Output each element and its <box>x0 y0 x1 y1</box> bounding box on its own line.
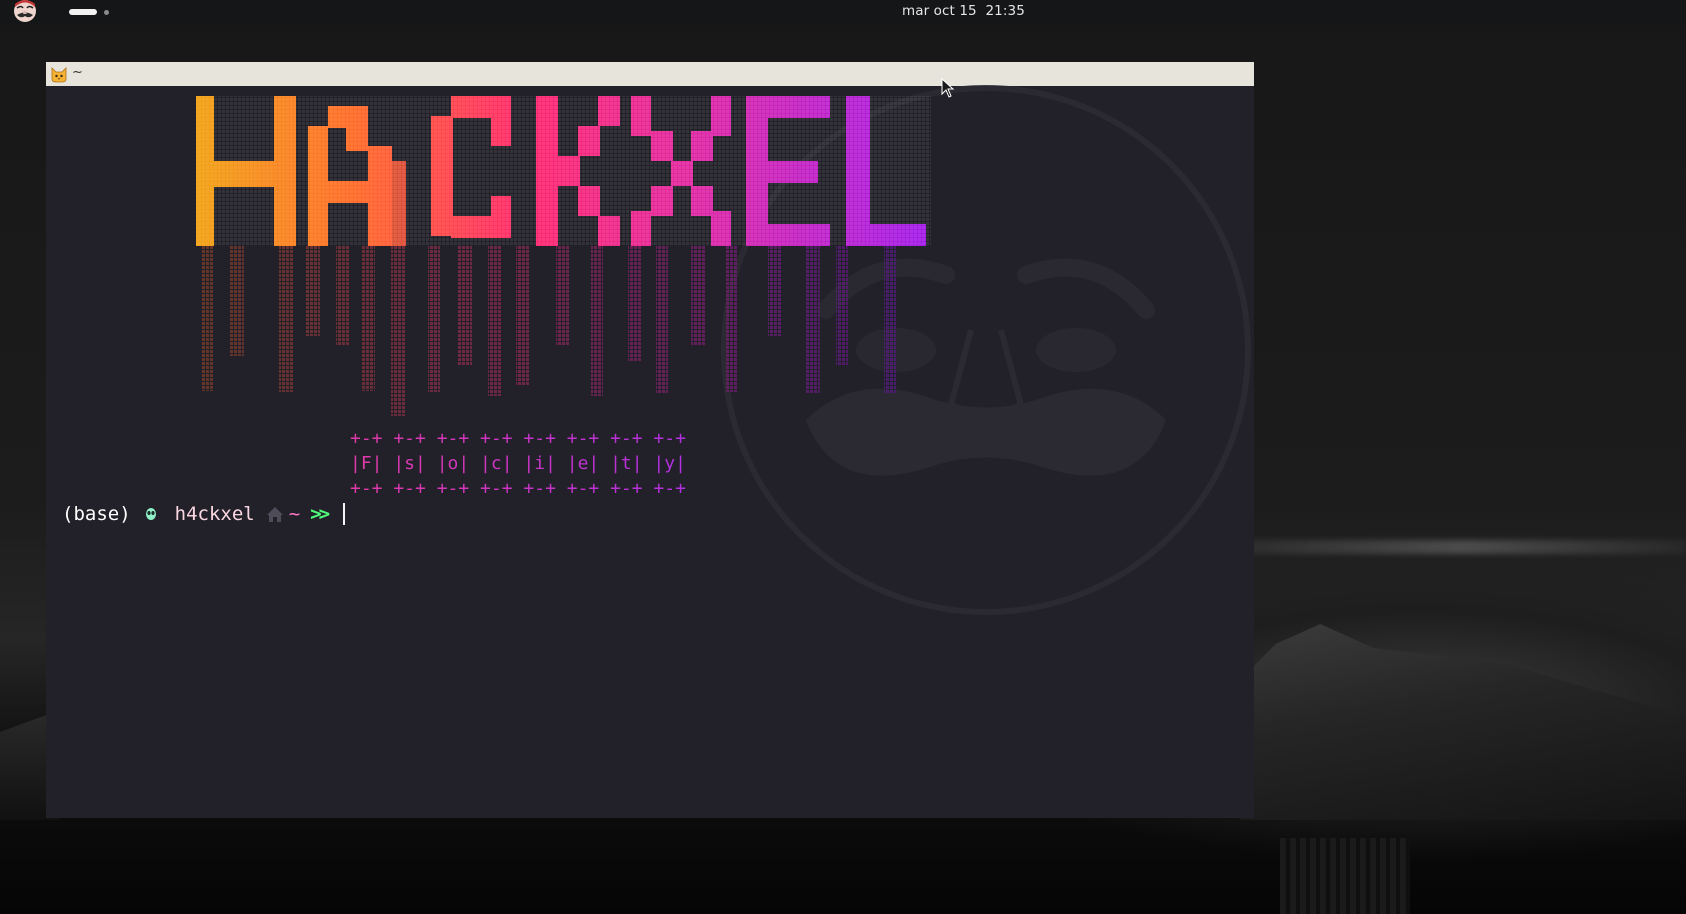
conda-env-label: (base) <box>62 503 131 525</box>
terminal-output[interactable]: +-+ +-+ +-+ +-+ +-+ +-+ +-+ +-+ |F| |s| |… <box>46 85 1254 818</box>
top-bar: mar oct 15 21:35 <box>0 0 1686 24</box>
workspace-indicator[interactable] <box>104 10 109 15</box>
mouse-pointer-icon <box>941 78 955 98</box>
hackxel-ascii-banner <box>196 96 931 416</box>
cat-icon <box>51 67 67 83</box>
shell-prompt[interactable]: (base) h4ckxel ~ >> <box>62 501 346 527</box>
wallpaper-buildings <box>1280 838 1410 914</box>
fsociety-letters: |F| |s| |o| |c| |i| |e| |t| |y| <box>350 453 686 474</box>
fsociety-top-border: +-+ +-+ +-+ +-+ +-+ +-+ +-+ +-+ <box>350 428 686 449</box>
clock[interactable]: mar oct 15 21:35 <box>902 3 1686 19</box>
mr-robot-mask-icon[interactable] <box>10 0 40 24</box>
text-cursor <box>343 503 346 525</box>
terminal-window[interactable]: ~ +-+ +-+ +-+ +-+ +-+ +-+ +-+ +-+ |F| |s… <box>46 62 1254 818</box>
prompt-directory: ~ <box>288 503 301 525</box>
home-icon <box>265 501 285 527</box>
fsociety-bottom-border: +-+ +-+ +-+ +-+ +-+ +-+ +-+ +-+ <box>350 478 686 499</box>
alien-icon <box>141 501 161 527</box>
prompt-arrow: >> <box>310 503 330 525</box>
fsociety-ascii-text: +-+ +-+ +-+ +-+ +-+ +-+ +-+ +-+ |F| |s| |… <box>350 426 686 501</box>
wallpaper-cloud <box>1240 540 1686 554</box>
prompt-username: h4ckxel <box>174 503 255 525</box>
window-title: ~ <box>72 65 83 80</box>
wallpaper-mountain <box>1240 624 1686 820</box>
workspace-indicator-active[interactable] <box>69 9 97 15</box>
